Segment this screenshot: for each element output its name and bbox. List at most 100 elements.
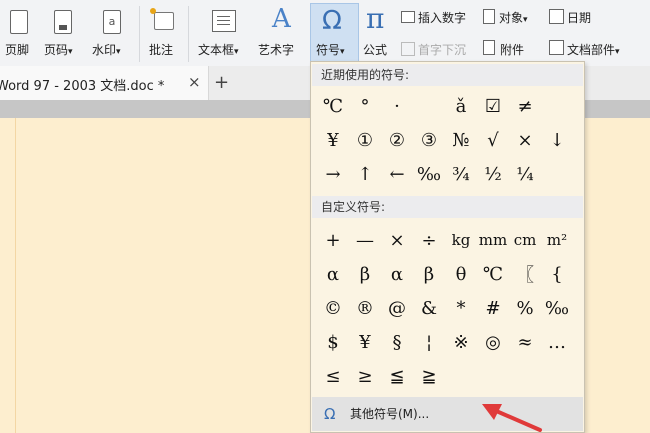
symbol-cell[interactable]: ¥ [317, 123, 349, 157]
symbol-button[interactable]: 符号▾ [316, 41, 345, 58]
page-number-button[interactable]: 页码▾ [44, 41, 73, 58]
symbol-cell[interactable]: ① [349, 123, 381, 157]
symbol-cell[interactable]: — [349, 223, 381, 257]
watermark-icon: a [103, 10, 121, 34]
symbol-cell[interactable]: ② [381, 123, 413, 157]
watermark-button[interactable]: 水印▾ [92, 41, 121, 58]
symbol-cell[interactable]: ≈ [509, 325, 541, 359]
symbol-cell[interactable]: ☑ [477, 89, 509, 123]
sparkle-icon [150, 8, 156, 14]
symbol-cell[interactable]: ◎ [477, 325, 509, 359]
symbol-cell[interactable]: ℃ [477, 257, 509, 291]
recent-symbols-grid: ℃ ° · ǎ ☑ ≠ ¥ ① ② ③ № √ × ↓ → ↑ ← ‰ ¾ ½ ¼ [317, 89, 573, 191]
page-margin-line [15, 118, 16, 433]
symbol-cell[interactable]: · [381, 89, 413, 123]
object-label: 对象 [499, 11, 524, 25]
symbol-cell[interactable]: { [541, 257, 573, 291]
symbol-cell[interactable]: ‰ [413, 157, 445, 191]
symbol-cell[interactable]: ‰ [541, 291, 573, 325]
symbol-cell[interactable]: ® [349, 291, 381, 325]
symbol-cell[interactable]: ¼ [509, 157, 541, 191]
symbol-cell[interactable]: ¾ [445, 157, 477, 191]
symbol-cell[interactable]: & [413, 291, 445, 325]
chevron-down-icon: ▾ [234, 47, 239, 57]
symbol-cell[interactable]: … [541, 325, 573, 359]
symbol-cell [445, 359, 477, 393]
omega-icon: Ω [322, 6, 342, 36]
symbol-cell[interactable]: ≤ [317, 359, 349, 393]
symbol-cell[interactable]: m² [541, 223, 573, 257]
date-icon [549, 9, 564, 24]
symbol-cell[interactable]: ÷ [413, 223, 445, 257]
comment-icon [154, 12, 174, 30]
symbol-cell[interactable]: ≠ [509, 89, 541, 123]
symbol-cell[interactable]: α [381, 257, 413, 291]
symbol-cell [477, 359, 509, 393]
tab-document[interactable]: Word 97 - 2003 文档.doc * × [0, 66, 209, 100]
symbol-cell[interactable]: cm [509, 223, 541, 257]
custom-symbols-header: 自定义符号: [312, 196, 583, 218]
symbol-cell[interactable]: β [349, 257, 381, 291]
symbol-cell[interactable]: θ [445, 257, 477, 291]
page-footer-button[interactable]: 页脚 [5, 41, 29, 58]
symbol-cell[interactable]: ǎ [445, 89, 477, 123]
formula-button[interactable]: 公式 [363, 41, 387, 58]
symbol-cell[interactable]: β [413, 257, 445, 291]
symbol-cell[interactable]: § [381, 325, 413, 359]
comment-button[interactable]: 批注 [149, 41, 173, 58]
symbol-cell[interactable]: © [317, 291, 349, 325]
symbol-cell[interactable]: × [509, 123, 541, 157]
symbol-cell[interactable]: ¦ [413, 325, 445, 359]
add-tab-button[interactable]: + [214, 72, 229, 93]
symbol-cell[interactable]: ③ [413, 123, 445, 157]
symbol-cell[interactable]: ← [381, 157, 413, 191]
textbox-button[interactable]: 文本框▾ [198, 41, 239, 58]
doc-parts-button[interactable]: 文档部件▾ [567, 41, 620, 58]
drop-cap-button[interactable]: 首字下沉 [418, 41, 466, 58]
object-icon [483, 9, 495, 24]
symbol-cell[interactable]: % [509, 291, 541, 325]
textbox-label: 文本框 [198, 43, 235, 57]
symbol-cell[interactable]: ≦ [381, 359, 413, 393]
symbol-cell[interactable]: mm [477, 223, 509, 257]
date-button[interactable]: 日期 [567, 9, 591, 26]
pi-icon: π [366, 2, 385, 35]
symbol-cell[interactable]: ↑ [349, 157, 381, 191]
tab-document-title: Word 97 - 2003 文档.doc * [0, 79, 165, 94]
object-button[interactable]: 对象▾ [499, 9, 528, 26]
symbol-cell[interactable]: ° [349, 89, 381, 123]
symbol-cell[interactable]: № [445, 123, 477, 157]
symbol-cell[interactable]: √ [477, 123, 509, 157]
symbol-cell[interactable]: @ [381, 291, 413, 325]
attachment-button[interactable]: 附件 [500, 41, 524, 58]
wordart-button[interactable]: 艺术字 [258, 41, 294, 58]
symbol-cell[interactable]: ¥ [349, 325, 381, 359]
symbol-cell[interactable]: 〖 [509, 257, 541, 291]
symbol-cell[interactable]: ※ [445, 325, 477, 359]
symbol-cell[interactable]: → [317, 157, 349, 191]
chevron-down-icon: ▾ [68, 47, 73, 57]
recent-symbols-header: 近期使用的符号: [312, 64, 583, 86]
symbol-cell[interactable]: # [477, 291, 509, 325]
textbox-icon [212, 10, 236, 32]
symbol-cell[interactable]: * [445, 291, 477, 325]
symbol-cell[interactable]: ≥ [349, 359, 381, 393]
symbol-cell [413, 89, 445, 123]
symbol-cell[interactable]: ½ [477, 157, 509, 191]
chevron-down-icon: ▾ [523, 15, 528, 25]
symbol-cell [509, 359, 541, 393]
insert-number-button[interactable]: 插入数字 [418, 9, 466, 26]
symbol-cell[interactable]: $ [317, 325, 349, 359]
symbol-cell[interactable]: ≧ [413, 359, 445, 393]
wordart-icon: A [272, 4, 291, 34]
symbol-cell[interactable]: α [317, 257, 349, 291]
symbol-cell[interactable]: ℃ [317, 89, 349, 123]
attachment-icon [483, 40, 495, 55]
symbol-cell[interactable]: ↓ [541, 123, 573, 157]
symbol-cell [541, 359, 573, 393]
symbol-cell[interactable]: × [381, 223, 413, 257]
symbol-dropdown-panel: 近期使用的符号: ℃ ° · ǎ ☑ ≠ ¥ ① ② ③ № √ × ↓ → ↑ ← ‰ ¾ ½ ¼ 自定义符号: + —… [310, 61, 585, 433]
symbol-cell[interactable]: + [317, 223, 349, 257]
close-icon[interactable]: × [188, 73, 201, 91]
symbol-cell[interactable]: kg [445, 223, 477, 257]
